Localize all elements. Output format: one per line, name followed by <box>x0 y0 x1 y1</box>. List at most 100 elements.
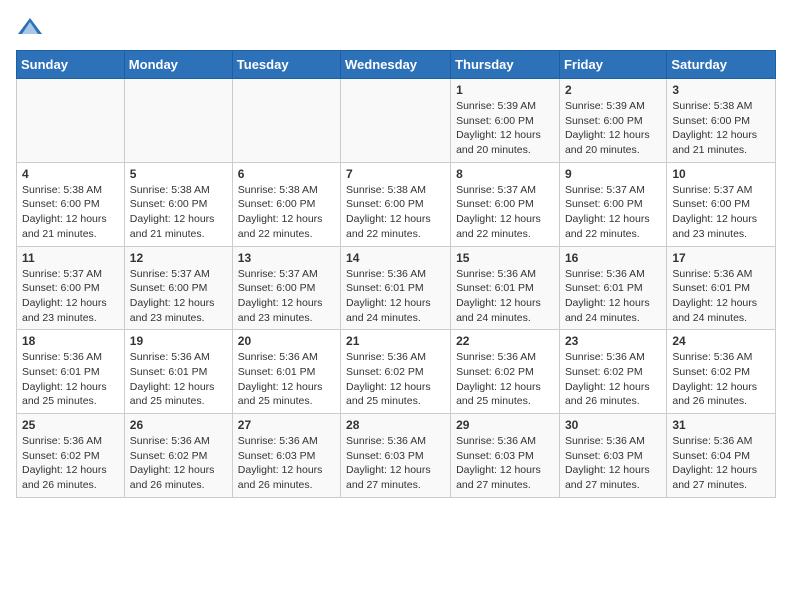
weekday-header-thursday: Thursday <box>451 51 560 79</box>
day-info: Sunrise: 5:36 AM Sunset: 6:03 PM Dayligh… <box>456 434 554 493</box>
day-info: Sunrise: 5:36 AM Sunset: 6:02 PM Dayligh… <box>456 350 554 409</box>
calendar-day-cell: 21 Sunrise: 5:36 AM Sunset: 6:02 PM Dayli… <box>341 330 451 414</box>
calendar-day-cell: 25 Sunrise: 5:36 AM Sunset: 6:02 PM Dayli… <box>17 414 125 498</box>
calendar-week-row: 11 Sunrise: 5:37 AM Sunset: 6:00 PM Dayli… <box>17 246 776 330</box>
day-number: 2 <box>565 83 661 97</box>
weekday-header-wednesday: Wednesday <box>341 51 451 79</box>
calendar-day-cell: 3 Sunrise: 5:38 AM Sunset: 6:00 PM Daylig… <box>667 79 776 163</box>
weekday-header-monday: Monday <box>124 51 232 79</box>
calendar-day-cell: 13 Sunrise: 5:37 AM Sunset: 6:00 PM Dayli… <box>232 246 340 330</box>
calendar-day-cell: 1Sunrise: 5:39 AM Sunset: 6:00 PM Daylig… <box>451 79 560 163</box>
calendar-day-cell <box>124 79 232 163</box>
calendar-week-row: 18Sunrise: 5:36 AM Sunset: 6:01 PM Dayli… <box>17 330 776 414</box>
day-info: Sunrise: 5:36 AM Sunset: 6:01 PM Dayligh… <box>672 267 770 326</box>
calendar-day-cell: 26Sunrise: 5:36 AM Sunset: 6:02 PM Dayli… <box>124 414 232 498</box>
day-info: Sunrise: 5:38 AM Sunset: 6:00 PM Dayligh… <box>22 183 119 242</box>
calendar-day-cell: 28 Sunrise: 5:36 AM Sunset: 6:03 PM Dayli… <box>341 414 451 498</box>
calendar-day-cell <box>232 79 340 163</box>
day-info: Sunrise: 5:36 AM Sunset: 6:01 PM Dayligh… <box>565 267 661 326</box>
calendar-day-cell: 6 Sunrise: 5:38 AM Sunset: 6:00 PM Daylig… <box>232 162 340 246</box>
day-info: Sunrise: 5:36 AM Sunset: 6:02 PM Dayligh… <box>346 350 445 409</box>
day-number: 1 <box>456 83 554 97</box>
day-number: 27 <box>238 418 335 432</box>
calendar-day-cell: 29 Sunrise: 5:36 AM Sunset: 6:03 PM Dayli… <box>451 414 560 498</box>
day-number: 16 <box>565 251 661 265</box>
day-number: 4 <box>22 167 119 181</box>
day-info: Sunrise: 5:38 AM Sunset: 6:00 PM Dayligh… <box>672 99 770 158</box>
calendar-week-row: 25 Sunrise: 5:36 AM Sunset: 6:02 PM Dayli… <box>17 414 776 498</box>
calendar-day-cell: 17 Sunrise: 5:36 AM Sunset: 6:01 PM Dayli… <box>667 246 776 330</box>
day-info: Sunrise: 5:38 AM Sunset: 6:00 PM Dayligh… <box>238 183 335 242</box>
logo <box>16 16 48 38</box>
day-number: 5 <box>130 167 227 181</box>
day-info: Sunrise: 5:36 AM Sunset: 6:03 PM Dayligh… <box>346 434 445 493</box>
day-info: Sunrise: 5:36 AM Sunset: 6:01 PM Dayligh… <box>130 350 227 409</box>
calendar-day-cell: 14Sunrise: 5:36 AM Sunset: 6:01 PM Dayli… <box>341 246 451 330</box>
day-number: 13 <box>238 251 335 265</box>
day-number: 17 <box>672 251 770 265</box>
day-info: Sunrise: 5:36 AM Sunset: 6:03 PM Dayligh… <box>238 434 335 493</box>
calendar-day-cell: 23Sunrise: 5:36 AM Sunset: 6:02 PM Dayli… <box>559 330 666 414</box>
day-info: Sunrise: 5:39 AM Sunset: 6:00 PM Dayligh… <box>565 99 661 158</box>
calendar-day-cell: 4 Sunrise: 5:38 AM Sunset: 6:00 PM Daylig… <box>17 162 125 246</box>
calendar-day-cell: 2 Sunrise: 5:39 AM Sunset: 6:00 PM Daylig… <box>559 79 666 163</box>
calendar-day-cell: 31 Sunrise: 5:36 AM Sunset: 6:04 PM Dayli… <box>667 414 776 498</box>
day-info: Sunrise: 5:37 AM Sunset: 6:00 PM Dayligh… <box>565 183 661 242</box>
day-number: 8 <box>456 167 554 181</box>
calendar-day-cell: 11 Sunrise: 5:37 AM Sunset: 6:00 PM Dayli… <box>17 246 125 330</box>
calendar-day-cell: 7Sunrise: 5:38 AM Sunset: 6:00 PM Daylig… <box>341 162 451 246</box>
calendar-day-cell: 22 Sunrise: 5:36 AM Sunset: 6:02 PM Dayli… <box>451 330 560 414</box>
day-number: 25 <box>22 418 119 432</box>
day-info: Sunrise: 5:36 AM Sunset: 6:03 PM Dayligh… <box>565 434 661 493</box>
calendar-day-cell: 24Sunrise: 5:36 AM Sunset: 6:02 PM Dayli… <box>667 330 776 414</box>
day-number: 28 <box>346 418 445 432</box>
day-number: 6 <box>238 167 335 181</box>
calendar-day-cell: 20Sunrise: 5:36 AM Sunset: 6:01 PM Dayli… <box>232 330 340 414</box>
day-number: 21 <box>346 334 445 348</box>
calendar-day-cell: 12 Sunrise: 5:37 AM Sunset: 6:00 PM Dayli… <box>124 246 232 330</box>
calendar-day-cell <box>17 79 125 163</box>
day-number: 11 <box>22 251 119 265</box>
page-header <box>16 16 776 38</box>
day-info: Sunrise: 5:37 AM Sunset: 6:00 PM Dayligh… <box>672 183 770 242</box>
calendar-day-cell: 10 Sunrise: 5:37 AM Sunset: 6:00 PM Dayli… <box>667 162 776 246</box>
calendar-day-cell: 5 Sunrise: 5:38 AM Sunset: 6:00 PM Daylig… <box>124 162 232 246</box>
day-info: Sunrise: 5:37 AM Sunset: 6:00 PM Dayligh… <box>456 183 554 242</box>
day-info: Sunrise: 5:37 AM Sunset: 6:00 PM Dayligh… <box>238 267 335 326</box>
day-info: Sunrise: 5:36 AM Sunset: 6:02 PM Dayligh… <box>565 350 661 409</box>
day-number: 29 <box>456 418 554 432</box>
day-number: 31 <box>672 418 770 432</box>
weekday-header-tuesday: Tuesday <box>232 51 340 79</box>
day-number: 19 <box>130 334 227 348</box>
day-number: 22 <box>456 334 554 348</box>
calendar-body: 1 Sunrise: 5:39 AM Sunset: 6:00 PM Daylig… <box>17 79 776 498</box>
day-number: 9 <box>565 167 661 181</box>
weekday-header-saturday: Saturday <box>667 51 776 79</box>
day-number: 30 <box>565 418 661 432</box>
day-info: Sunrise: 5:36 AM Sunset: 6:04 PM Dayligh… <box>672 434 770 493</box>
day-info: Sunrise: 5:36 AM Sunset: 6:01 PM Dayligh… <box>238 350 335 409</box>
day-number: 15 <box>456 251 554 265</box>
calendar-day-cell: 18Sunrise: 5:36 AM Sunset: 6:01 PM Dayli… <box>17 330 125 414</box>
day-number: 3 <box>672 83 770 97</box>
weekday-header-sunday: Sunday <box>17 51 125 79</box>
calendar-day-cell: 16 Sunrise: 5:36 AM Sunset: 6:01 PM Dayli… <box>559 246 666 330</box>
calendar-day-cell: 9 Sunrise: 5:37 AM Sunset: 6:00 PM Daylig… <box>559 162 666 246</box>
day-info: Sunrise: 5:37 AM Sunset: 6:00 PM Dayligh… <box>22 267 119 326</box>
day-info: Sunrise: 5:36 AM Sunset: 6:01 PM Dayligh… <box>456 267 554 326</box>
calendar-day-cell: 19 Sunrise: 5:36 AM Sunset: 6:01 PM Dayli… <box>124 330 232 414</box>
day-info: Sunrise: 5:36 AM Sunset: 6:01 PM Dayligh… <box>346 267 445 326</box>
weekday-header-row: SundayMondayTuesdayWednesdayThursdayFrid… <box>17 51 776 79</box>
day-info: Sunrise: 5:37 AM Sunset: 6:00 PM Dayligh… <box>130 267 227 326</box>
day-number: 10 <box>672 167 770 181</box>
day-info: Sunrise: 5:38 AM Sunset: 6:00 PM Dayligh… <box>346 183 445 242</box>
day-info: Sunrise: 5:36 AM Sunset: 6:02 PM Dayligh… <box>130 434 227 493</box>
day-number: 24 <box>672 334 770 348</box>
day-info: Sunrise: 5:36 AM Sunset: 6:02 PM Dayligh… <box>22 434 119 493</box>
calendar-week-row: 1 Sunrise: 5:39 AM Sunset: 6:00 PM Daylig… <box>17 79 776 163</box>
calendar-table: SundayMondayTuesdayWednesdayThursdayFrid… <box>16 50 776 498</box>
calendar-day-cell: 27 Sunrise: 5:36 AM Sunset: 6:03 PM Dayli… <box>232 414 340 498</box>
day-info: Sunrise: 5:38 AM Sunset: 6:00 PM Dayligh… <box>130 183 227 242</box>
logo-icon <box>16 16 44 38</box>
day-number: 12 <box>130 251 227 265</box>
